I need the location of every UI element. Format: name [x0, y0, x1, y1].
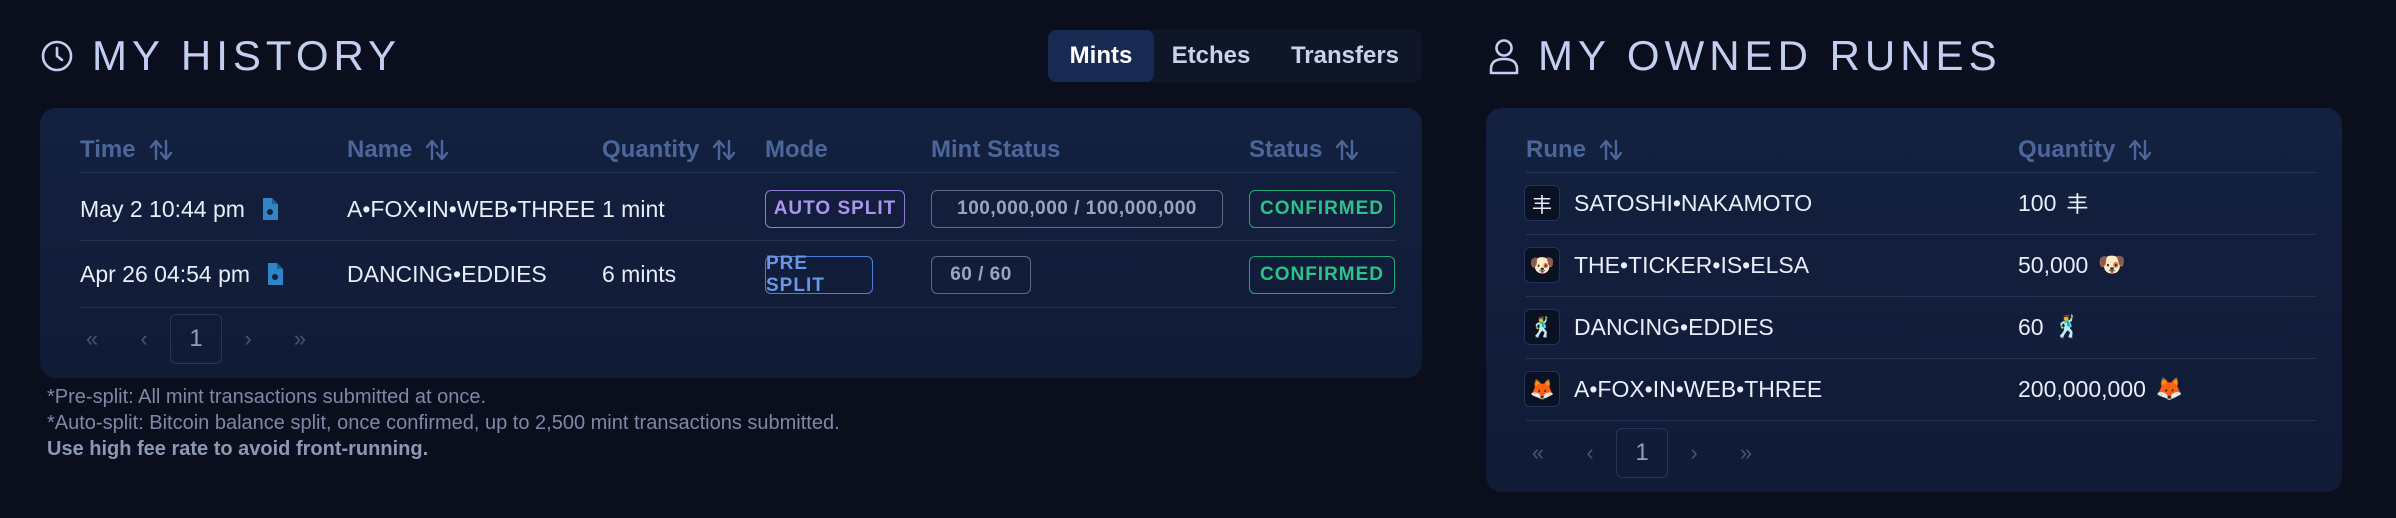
- column-label: Status: [1249, 136, 1323, 163]
- rune-symbol-icon: 🐶: [2098, 252, 2126, 277]
- rune-name: DANCING•EDDIES: [1574, 313, 1774, 340]
- rune-quantity-cell: 100 丰: [2018, 172, 2088, 234]
- rune-quantity: 60: [2018, 313, 2044, 340]
- rune-symbol-icon: 🐶: [1524, 247, 1560, 283]
- row-time-text: Apr 26 04:54 pm: [80, 260, 251, 287]
- sort-arrows-icon[interactable]: [424, 137, 450, 163]
- rune-symbol-icon: 🕺: [2053, 314, 2081, 339]
- rune-name-cell: 🦊 A•FOX•IN•WEB•THREE: [1524, 358, 1822, 420]
- first-page-button[interactable]: «: [66, 314, 118, 364]
- rune-symbol-icon: 丰: [2066, 192, 2089, 217]
- rune-quantity: 50,000: [2018, 251, 2089, 278]
- rune-quantity: 100: [2018, 189, 2057, 216]
- row-name: A•FOX•IN•WEB•THREE: [347, 195, 596, 222]
- user-icon: [1489, 39, 1519, 75]
- rune-name-cell: 丰 SATOSHI•NAKAMOTO: [1524, 172, 1812, 234]
- mode-badge: PRE SPLIT: [765, 253, 873, 296]
- runes-table-panel: Rune Quantity 丰 SATOSHI•NAKAMOTO 100 丰 🐶…: [1486, 108, 2342, 492]
- rune-quantity: 200,000,000: [2018, 375, 2146, 402]
- column-header-mint-status: Mint Status: [931, 128, 1060, 172]
- rune-quantity-cell: 50,000 🐶: [2018, 234, 2126, 296]
- rune-name-cell: 🐶 THE•TICKER•IS•ELSA: [1524, 234, 1809, 296]
- rune-symbol-icon: 🦊: [1524, 371, 1560, 407]
- row-time: Apr 26 04:54 pm: [80, 241, 284, 307]
- document-icon[interactable]: [266, 262, 284, 286]
- tab-mints[interactable]: Mints: [1048, 30, 1154, 82]
- rune-quantity-cell: 200,000,000 🦊: [2018, 358, 2183, 420]
- prev-page-button[interactable]: ‹: [1564, 428, 1616, 478]
- history-title: MY HISTORY: [40, 28, 401, 84]
- tab-etches[interactable]: Etches: [1154, 30, 1268, 82]
- row-quantity: 6 mints: [602, 260, 677, 287]
- column-header-quantity[interactable]: Quantity: [602, 128, 737, 172]
- current-page-button[interactable]: 1: [170, 314, 222, 364]
- rune-name: THE•TICKER•IS•ELSA: [1574, 251, 1810, 278]
- history-table-panel: Time Name Quantity Mode Mint Status Stat…: [40, 108, 1422, 378]
- runes-title-text: MY OWNED RUNES: [1538, 32, 2002, 79]
- status-badge: CONFIRMED: [1249, 190, 1395, 228]
- sort-arrows-icon[interactable]: [2127, 137, 2153, 163]
- next-page-button[interactable]: ›: [222, 314, 274, 364]
- rune-name: A•FOX•IN•WEB•THREE: [1574, 375, 1823, 402]
- column-header-name[interactable]: Name: [347, 128, 450, 172]
- sort-arrows-icon[interactable]: [1334, 137, 1360, 163]
- row-time: May 2 10:44 pm: [80, 178, 279, 240]
- row-name: DANCING•EDDIES: [347, 260, 547, 287]
- column-label: Rune: [1526, 136, 1586, 163]
- row-quantity: 1 mint: [602, 195, 665, 222]
- column-header-quantity[interactable]: Quantity: [2018, 128, 2153, 172]
- mint-status-badge: 100,000,000 / 100,000,000: [931, 190, 1223, 228]
- header-divider: [80, 172, 1396, 173]
- column-label: Quantity: [602, 136, 700, 163]
- rune-quantity-cell: 60 🕺: [2018, 296, 2081, 358]
- pre-split-note: *Pre-split: All mint transactions submit…: [47, 386, 487, 408]
- runes-pagination: « ‹ 1 › »: [1512, 428, 1772, 478]
- next-page-button[interactable]: ›: [1668, 428, 1720, 478]
- prev-page-button[interactable]: ‹: [118, 314, 170, 364]
- auto-split-note: *Auto-split: Bitcoin balance split, once…: [47, 412, 840, 434]
- column-label: Mode: [765, 136, 828, 163]
- rune-name: SATOSHI•NAKAMOTO: [1574, 189, 1813, 216]
- clock-icon: [41, 40, 73, 72]
- document-icon[interactable]: [261, 197, 279, 221]
- history-tabs: Mints Etches Transfers: [1048, 30, 1422, 82]
- rune-symbol-icon: 🕺: [1524, 309, 1560, 345]
- row-divider: [1526, 420, 2316, 421]
- rune-symbol-icon: 丰: [1524, 185, 1560, 221]
- column-header-rune[interactable]: Rune: [1526, 128, 1624, 172]
- history-title-text: MY HISTORY: [92, 32, 402, 79]
- runes-title: MY OWNED RUNES: [1488, 28, 2002, 84]
- column-label: Quantity: [2018, 136, 2116, 163]
- sort-arrows-icon[interactable]: [711, 137, 737, 163]
- mode-badge: AUTO SPLIT: [765, 190, 905, 228]
- column-header-status[interactable]: Status: [1249, 128, 1360, 172]
- row-divider: [80, 307, 1396, 308]
- current-page-button[interactable]: 1: [1616, 428, 1668, 478]
- rune-symbol-icon: 🦊: [2155, 376, 2184, 401]
- sort-arrows-icon[interactable]: [1598, 137, 1624, 163]
- row-time-text: May 2 10:44 pm: [80, 195, 245, 222]
- sort-arrows-icon[interactable]: [148, 137, 174, 163]
- tab-transfers[interactable]: Transfers: [1268, 30, 1422, 82]
- column-label: Name: [347, 136, 413, 163]
- column-header-time[interactable]: Time: [80, 128, 174, 172]
- history-pagination: « ‹ 1 › »: [66, 314, 326, 364]
- column-label: Mint Status: [931, 136, 1061, 163]
- fee-warning-note: Use high fee rate to avoid front-running…: [47, 438, 429, 460]
- last-page-button[interactable]: »: [1720, 428, 1772, 478]
- column-label: Time: [80, 136, 136, 163]
- last-page-button[interactable]: »: [274, 314, 326, 364]
- column-header-mode: Mode: [765, 128, 828, 172]
- first-page-button[interactable]: «: [1512, 428, 1564, 478]
- rune-name-cell: 🕺 DANCING•EDDIES: [1524, 296, 1774, 358]
- mint-status-badge: 60 / 60: [931, 256, 1031, 294]
- status-badge: CONFIRMED: [1249, 256, 1395, 294]
